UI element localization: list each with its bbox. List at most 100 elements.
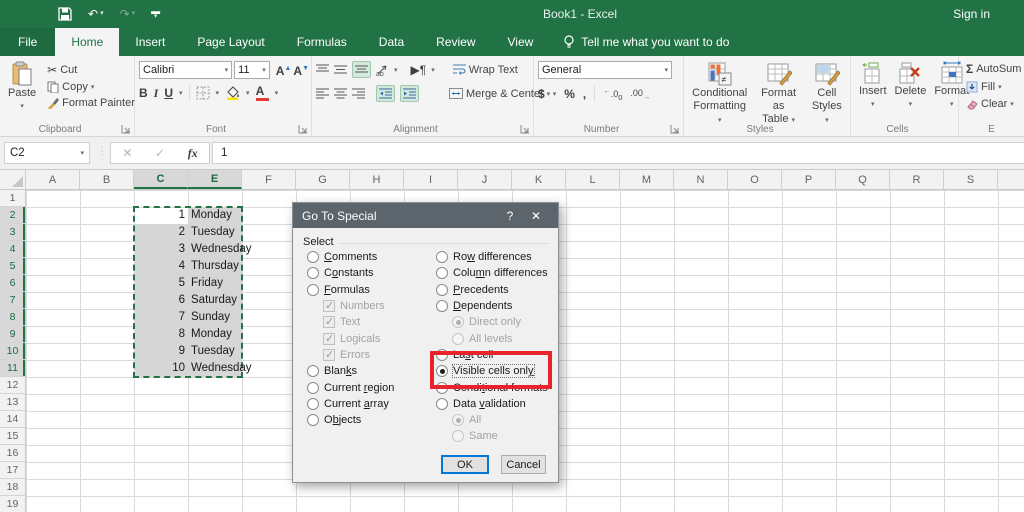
cell-C7[interactable]: 6 [134, 292, 185, 309]
align-left-button[interactable] [316, 88, 329, 99]
shrink-font-button[interactable]: A▼ [293, 63, 309, 77]
decrease-indent-button[interactable] [376, 85, 395, 102]
clear-button[interactable]: Clear ▾ [963, 97, 1022, 111]
cell-C8[interactable]: 7 [134, 309, 185, 326]
column-header-S[interactable]: S [944, 170, 998, 189]
bold-button[interactable]: B [139, 87, 148, 99]
radio-data-validation[interactable] [436, 397, 448, 410]
option-label-objects[interactable]: Objects [324, 414, 361, 426]
underline-button[interactable]: U [164, 87, 173, 99]
tab-data[interactable]: Data [363, 28, 420, 56]
alignment-dialog-launcher-icon[interactable] [520, 124, 530, 134]
paste-button[interactable]: Paste ▾ [4, 59, 40, 115]
row-header-17[interactable]: 17 [0, 462, 25, 479]
delete-cells-button[interactable]: Delete ▾ [891, 59, 931, 113]
row-header-3[interactable]: 3 [0, 224, 25, 241]
font-color-button[interactable]: A [255, 85, 269, 101]
number-format-combo[interactable]: General ▾ [538, 61, 672, 79]
tab-review[interactable]: Review [420, 28, 491, 56]
column-header-R[interactable]: R [890, 170, 944, 189]
radio-formulas[interactable] [307, 283, 319, 296]
name-box[interactable]: C2 ▾ [4, 142, 90, 164]
radio-column-differences[interactable] [436, 267, 448, 280]
row-header-16[interactable]: 16 [0, 445, 25, 462]
column-header-H[interactable]: H [350, 170, 404, 189]
save-icon[interactable] [58, 7, 72, 21]
radio-precedents[interactable] [436, 283, 448, 296]
option-label-row-differences[interactable]: Row differences [453, 251, 532, 263]
cell-C3[interactable]: 2 [134, 224, 185, 241]
cell-E11[interactable]: Wednesday [191, 360, 252, 377]
tab-page-layout[interactable]: Page Layout [181, 28, 280, 56]
close-icon[interactable]: ✕ [523, 209, 549, 223]
percent-style-button[interactable]: % [564, 88, 575, 100]
row-header-1[interactable]: 1 [0, 190, 25, 207]
customize-qat-icon[interactable]: ▬ ▾ [151, 7, 160, 21]
column-header-A[interactable]: A [26, 170, 80, 189]
italic-button[interactable]: I [154, 87, 159, 99]
align-bottom-button[interactable] [352, 61, 371, 78]
column-header-F[interactable]: F [242, 170, 296, 189]
column-header-O[interactable]: O [728, 170, 782, 189]
ok-button[interactable]: OK [441, 455, 489, 474]
accounting-dropdown-icon[interactable]: ▾ [553, 90, 557, 98]
option-label-column-differences[interactable]: Column differences [453, 267, 548, 279]
column-header-E[interactable]: E [188, 170, 242, 189]
cancel-entry-icon[interactable]: ✕ [122, 146, 132, 160]
column-header-K[interactable]: K [512, 170, 566, 189]
cell-E5[interactable]: Thursday [191, 258, 239, 275]
column-header-P[interactable]: P [782, 170, 836, 189]
row-header-13[interactable]: 13 [0, 394, 25, 411]
column-header-M[interactable]: M [620, 170, 674, 189]
align-middle-button[interactable] [334, 64, 347, 75]
row-header-11[interactable]: 11 [0, 360, 25, 377]
row-header-2[interactable]: 2 [0, 207, 25, 224]
column-header-J[interactable]: J [458, 170, 512, 189]
borders-dropdown-icon[interactable]: ▾ [216, 89, 220, 97]
increase-indent-button[interactable] [400, 85, 419, 102]
column-header-I[interactable]: I [404, 170, 458, 189]
align-right-button[interactable] [352, 88, 365, 99]
row-header-18[interactable]: 18 [0, 479, 25, 496]
wrap-text-button[interactable]: Wrap Text [450, 63, 521, 77]
option-label-precedents[interactable]: Precedents [453, 284, 509, 296]
cell-C11[interactable]: 10 [134, 360, 185, 377]
row-header-8[interactable]: 8 [0, 309, 25, 326]
orientation-dropdown-icon[interactable]: ▾ [394, 66, 398, 74]
row-header-6[interactable]: 6 [0, 275, 25, 292]
row-header-9[interactable]: 9 [0, 326, 25, 343]
font-size-combo[interactable]: 11 ▾ [234, 61, 270, 79]
orientation-button[interactable]: ab [376, 64, 389, 76]
column-header-L[interactable]: L [566, 170, 620, 189]
column-header-C[interactable]: C [134, 170, 188, 189]
row-header-4[interactable]: 4 [0, 241, 25, 258]
undo-button[interactable]: ↶ ▾ [88, 5, 104, 23]
tab-home[interactable]: Home [55, 28, 120, 56]
borders-button[interactable] [196, 86, 210, 100]
cell-C4[interactable]: 3 [134, 241, 185, 258]
align-top-button[interactable] [316, 64, 329, 75]
tell-me-box[interactable]: Tell me what you want to do [549, 28, 743, 56]
cell-E4[interactable]: Wednesday [191, 241, 252, 258]
cell-E9[interactable]: Monday [191, 326, 232, 343]
cell-styles-button[interactable]: Cell Styles ▾ [806, 59, 848, 129]
cut-button[interactable]: ✂ Cut [44, 62, 138, 78]
option-label-comments[interactable]: Comments [324, 251, 377, 263]
name-box-dropdown-icon[interactable]: ▾ [80, 149, 84, 157]
text-direction-button[interactable]: ▶¶ [411, 63, 427, 77]
option-label-data-validation[interactable]: Data validation [453, 398, 526, 410]
row-header-7[interactable]: 7 [0, 292, 25, 309]
font-color-dropdown-icon[interactable]: ▾ [275, 89, 279, 97]
redo-button[interactable]: ↷ ▾ [120, 5, 136, 23]
text-direction-dropdown-icon[interactable]: ▾ [431, 66, 435, 74]
option-label-current-array[interactable]: Current array [324, 398, 389, 410]
column-header-Q[interactable]: Q [836, 170, 890, 189]
format-as-table-button[interactable]: Format as Table ▾ [751, 59, 805, 129]
accounting-format-button[interactable]: $ [538, 88, 545, 100]
tab-insert[interactable]: Insert [119, 28, 181, 56]
underline-dropdown-icon[interactable]: ▾ [179, 89, 183, 97]
cell-E10[interactable]: Tuesday [191, 343, 235, 360]
option-label-current-region[interactable]: Current region [324, 382, 394, 394]
fill-color-dropdown-icon[interactable]: ▾ [246, 89, 250, 97]
format-painter-button[interactable]: Format Painter [44, 96, 138, 110]
